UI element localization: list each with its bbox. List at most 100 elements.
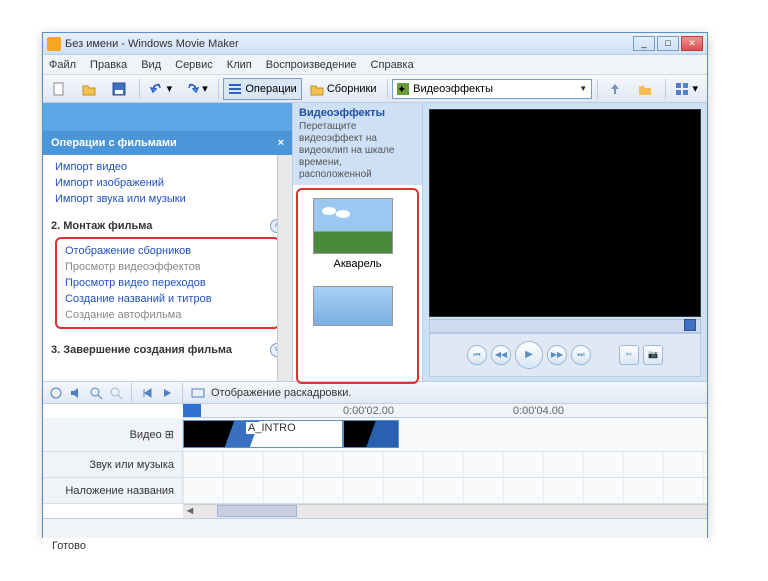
next-button[interactable]: ⏭ [571,345,591,365]
status-text: Готово [42,538,708,556]
effects-desc: Перетащите видеоэффект на видеоклип на ш… [299,121,416,181]
scrollbar-thumb[interactable] [217,505,297,517]
zoom-in-icon[interactable] [89,386,103,400]
highlight-annotation-2: Акварель [296,188,419,384]
grid-icon [675,82,689,96]
link-import-images[interactable]: Импорт изображений [51,175,284,191]
snapshot-button[interactable]: 📷 [643,345,663,365]
effects-dropdown[interactable]: ✦ Видеоэффекты ▼ [392,79,592,99]
link-import-video[interactable]: Импорт видео [51,159,284,175]
toolbar: ▾ ▾ Операции Сборники ✦ Видеоэффекты ▼ ▾ [43,75,707,103]
tasks-header: Операции с фильмами × [43,131,292,155]
split-button[interactable]: ✂ [619,345,639,365]
timeline-ruler[interactable]: 0:00'02.00 0:00'04.00 [183,404,707,418]
nav-up-button[interactable] [603,78,630,100]
link-view-effects[interactable]: Просмотр видеоэффектов [61,259,274,275]
narrate-icon[interactable] [49,386,63,400]
track-video[interactable]: A_INTRO [183,418,707,452]
statusbar [43,518,707,538]
fullscreen-icon[interactable] [684,319,696,331]
link-view-transitions[interactable]: Просмотр видео переходов [61,275,274,291]
up-icon [608,82,622,96]
effects-pane: Видеоэффекты Перетащите видеоэффект на в… [293,103,423,381]
operations-label: Операции [245,83,296,95]
app-window: Без имени - Windows Movie Maker _ □ ✕ Фа… [42,32,708,538]
task-section-1: Импорт видео Импорт изображений Импорт з… [43,155,292,215]
preview-monitor [429,109,701,317]
forward-button[interactable]: ▶▶ [547,345,567,365]
view-button[interactable]: ▾ [670,78,703,100]
menu-help[interactable]: Справка [371,59,414,71]
new-folder-icon [638,82,652,96]
section-3-title: 3. Завершение создания фильма [51,344,232,356]
close-tasks-icon[interactable]: × [278,137,284,149]
menu-view[interactable]: Вид [141,59,161,71]
content-area: Операции с фильмами × Импорт видео Импор… [43,103,707,381]
link-create-titles[interactable]: Создание названий и титров [61,291,274,307]
play-timeline-icon[interactable] [160,386,174,400]
menu-edit[interactable]: Правка [90,59,127,71]
ruler-tick-1: 0:00'02.00 [343,405,394,417]
preview-pane: ⏮ ◀◀ ▶ ▶▶ ⏭ ✂ 📷 [423,103,707,381]
undo-button[interactable]: ▾ [145,78,178,100]
effect-item[interactable]: Акварель [313,198,403,326]
section-2-title: 2. Монтаж фильма [51,220,152,232]
operations-button[interactable]: Операции [223,78,301,100]
folder-icon [82,82,96,96]
effect-thumbnail-2 [313,286,393,326]
rewind-timeline-icon[interactable] [140,386,154,400]
video-clip-2[interactable] [343,420,399,448]
tasks-pane: Операции с фильмами × Импорт видео Импор… [43,103,293,381]
folder-new-button[interactable] [633,78,660,100]
chevron-down-icon: ▼ [579,84,587,93]
tasks-body: Импорт видео Импорт изображений Импорт з… [43,155,292,381]
list-icon [228,82,242,96]
timeline-grid: 0:00'02.00 0:00'04.00 Видео ⊞ A_INTRO Зв… [43,404,707,504]
storyboard-icon[interactable] [191,386,205,400]
effect-label: Акварель [313,258,403,270]
menu-file[interactable]: Файл [49,59,76,71]
task-section-2: 2. Монтаж фильма˄ Отображение сборников … [43,215,292,339]
link-show-collections[interactable]: Отображение сборников [61,243,274,259]
titlebar[interactable]: Без имени - Windows Movie Maker _ □ ✕ [43,33,707,55]
maximize-button[interactable]: □ [657,36,679,51]
preview-seekbar[interactable] [429,319,701,333]
redo-icon [185,82,199,96]
prev-button[interactable]: ⏮ [467,345,487,365]
audio-level-icon[interactable] [69,386,83,400]
app-icon [47,37,61,51]
collections-icon [310,82,324,96]
effects-header: Видеоэффекты Перетащите видеоэффект на в… [293,103,422,185]
open-button[interactable] [77,78,104,100]
menu-clip[interactable]: Клип [227,59,252,71]
minimize-button[interactable]: _ [633,36,655,51]
timeline-scrollbar[interactable]: ◄ [183,504,707,518]
playhead-icon[interactable] [183,404,201,417]
effects-icon: ✦ [397,83,409,95]
collections-button[interactable]: Сборники [305,78,382,100]
redo-button[interactable]: ▾ [180,78,213,100]
save-button[interactable] [107,78,134,100]
window-title: Без имени - Windows Movie Maker [65,38,633,50]
link-import-audio[interactable]: Импорт звука или музыки [51,191,284,207]
zoom-out-icon[interactable] [109,386,123,400]
new-button[interactable] [47,78,74,100]
preview-controls: ⏮ ◀◀ ▶ ▶▶ ⏭ ✂ 📷 [429,333,701,377]
highlight-annotation-1: Отображение сборников Просмотр видеоэффе… [55,237,280,329]
close-button[interactable]: ✕ [681,36,703,51]
link-automovie[interactable]: Создание автофильма [61,307,274,323]
menu-service[interactable]: Сервис [175,59,213,71]
video-clip-1[interactable]: A_INTRO [183,420,343,448]
play-button[interactable]: ▶ [515,341,543,369]
track-audio[interactable] [183,452,707,478]
track-label-titles: Наложение названия [43,478,183,504]
menu-playback[interactable]: Воспроизведение [266,59,357,71]
ruler-tick-2: 0:00'04.00 [513,405,564,417]
timeline-mode-label[interactable]: Отображение раскадровки. [211,387,351,399]
tasks-scrollbar[interactable] [277,155,292,381]
track-label-audio: Звук или музыка [43,452,183,478]
menubar: Файл Правка Вид Сервис Клип Воспроизведе… [43,55,707,75]
track-titles[interactable] [183,478,707,504]
effects-title: Видеоэффекты [299,107,416,119]
rewind-button[interactable]: ◀◀ [491,345,511,365]
